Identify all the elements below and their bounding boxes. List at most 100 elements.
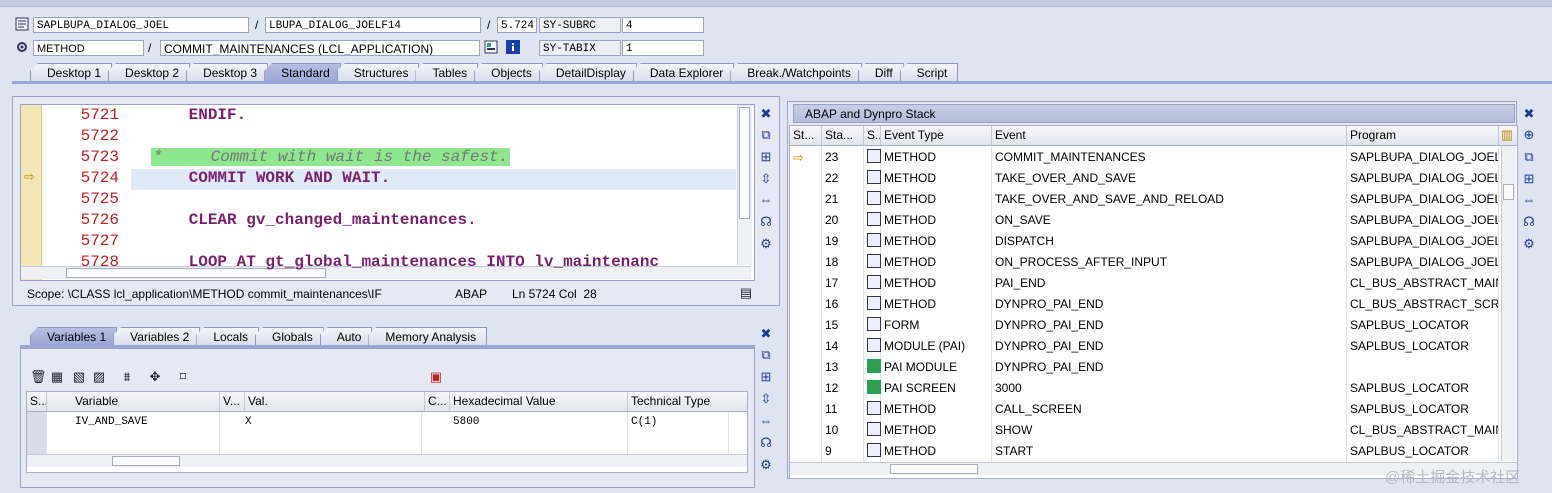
new-tool-icon[interactable]: ⊕ xyxy=(1521,127,1537,143)
stack-row[interactable]: 16 METHOD DYNPRO_PAI_END CL_BUS_ABSTRACT_SC… xyxy=(790,294,1500,316)
stack-program-cell[interactable] xyxy=(1347,357,1499,378)
save-icon[interactable]: ▣ xyxy=(428,369,444,385)
stack-level-cell[interactable]: 17 xyxy=(822,273,864,294)
include-field[interactable]: LBUPA_DIALOG_JOELF14 xyxy=(265,17,481,33)
variables-column-header[interactable]: Val. xyxy=(245,392,425,411)
variables-column-header[interactable]: C... xyxy=(425,392,450,411)
import-icon[interactable]: ▦ xyxy=(49,369,65,385)
variable-name-cell[interactable] xyxy=(72,433,220,454)
tab-desktop-1[interactable]: Desktop 1 xyxy=(30,63,113,82)
stack-event-cell[interactable]: SHOW xyxy=(992,420,1347,441)
stack-program-cell[interactable]: SAPLBUPA_DIALOG_JOEL xyxy=(1347,189,1499,210)
stack-level-cell[interactable]: 18 xyxy=(822,252,864,273)
stack-row[interactable]: 10 METHOD SHOW CL_BUS_ABSTRACT_MAIN_ xyxy=(790,420,1500,442)
stack-level-cell[interactable]: 15 xyxy=(822,315,864,336)
stack-program-cell[interactable]: SAPLBUPA_DIALOG_JOEL xyxy=(1347,252,1499,273)
stack-event-type-cell[interactable]: METHOD xyxy=(864,294,992,315)
stack-row[interactable]: 13 PAI MODULE DYNPRO_PAI_END xyxy=(790,357,1500,379)
stack-program-cell[interactable]: CL_BUS_ABSTRACT_MAIN_ xyxy=(1347,273,1499,294)
code-line[interactable]: LOOP AT gt_global_maintenances INTO lv_m… xyxy=(131,253,659,271)
stack-event-cell[interactable]: DISPATCH xyxy=(992,231,1347,252)
expand-vertical-icon[interactable]: ⇳ xyxy=(758,171,774,187)
tab-break-watchpoints[interactable]: Break./Watchpoints xyxy=(730,63,862,82)
expand-horizontal-icon[interactable]: ⇔ xyxy=(1521,192,1537,208)
stack-program-cell[interactable]: SAPLBUS_LOCATOR xyxy=(1347,441,1499,462)
stack-row[interactable]: 12 PAI SCREEN 3000 SAPLBUS_LOCATOR xyxy=(790,378,1500,400)
stack-event-type-cell[interactable]: METHOD xyxy=(864,252,992,273)
row-selector[interactable] xyxy=(27,412,47,433)
row-selector[interactable] xyxy=(27,433,47,454)
stack-event-type-cell[interactable]: METHOD xyxy=(864,210,992,231)
maximize-icon[interactable]: ⊞ xyxy=(758,149,774,165)
close-icon[interactable]: ✖ xyxy=(758,326,774,342)
tab-desktop-2[interactable]: Desktop 2 xyxy=(108,63,191,82)
notes-icon[interactable]: ▤ xyxy=(738,285,754,301)
stack-row[interactable]: 19 METHOD DISPATCH SAPLBUPA_DIALOG_JOEL xyxy=(790,231,1500,253)
stack-event-type-cell[interactable]: METHOD xyxy=(864,441,992,462)
maximize-icon[interactable]: ⊞ xyxy=(1521,171,1537,187)
stack-row[interactable]: 22 METHOD TAKE_OVER_AND_SAVE SAPLBUPA_DIALO… xyxy=(790,168,1500,190)
stack-event-cell[interactable]: DYNPRO_PAI_END xyxy=(992,315,1347,336)
table-row[interactable]: IV_AND_SAVE X 5800 C(1) xyxy=(27,412,729,434)
stack-level-cell[interactable]: 12 xyxy=(822,378,864,399)
stack-event-cell[interactable]: COMMIT_MAINTENANCES xyxy=(992,147,1347,168)
variable-name-cell[interactable]: IV_AND_SAVE xyxy=(72,412,220,433)
stack-column-header[interactable]: Event Type xyxy=(881,126,992,145)
stack-event-type-cell[interactable]: MODULE (PAI) xyxy=(864,336,992,357)
stack-level-cell[interactable]: 10 xyxy=(822,420,864,441)
stack-program-cell[interactable]: SAPLBUPA_DIALOG_JOEL xyxy=(1347,231,1499,252)
expand-vertical-icon[interactable]: ⇳ xyxy=(758,391,774,407)
display-object-icon[interactable] xyxy=(484,40,498,54)
stack-level-cell[interactable]: 9 xyxy=(822,441,864,462)
stack-column-header[interactable]: Program xyxy=(1347,126,1499,145)
stack-event-cell[interactable]: DYNPRO_PAI_END xyxy=(992,357,1347,378)
stack-event-type-cell[interactable]: PAI MODULE xyxy=(864,357,992,378)
variables-column-header[interactable]: S... xyxy=(27,392,47,411)
stack-row[interactable]: 18 METHOD ON_PROCESS_AFTER_INPUT SAPLBUPA_D… xyxy=(790,252,1500,274)
variable-val-cell[interactable] xyxy=(242,433,422,454)
move-icon[interactable]: ✥ xyxy=(147,369,163,385)
variables-column-header[interactable]: Variable xyxy=(72,392,220,411)
stack-row[interactable]: 17 METHOD PAI_END CL_BUS_ABSTRACT_MAIN_ xyxy=(790,273,1500,295)
variable-hex-cell[interactable]: 5800 xyxy=(450,412,628,433)
tool-settings-icon[interactable]: ⚙ xyxy=(758,236,774,252)
hierarchy-icon[interactable]: ⩩ xyxy=(119,369,135,385)
stack-column-header[interactable]: S... xyxy=(864,126,881,145)
stack-program-cell[interactable]: SAPLBUPA_DIALOG_JOEL xyxy=(1347,210,1499,231)
info-icon[interactable] xyxy=(506,40,520,54)
close-icon[interactable]: ✖ xyxy=(758,106,774,122)
variables-horizontal-scrollbar[interactable] xyxy=(27,454,747,467)
variables-column-header[interactable]: Technical Type xyxy=(628,392,747,411)
stack-event-type-cell[interactable]: METHOD xyxy=(864,168,992,189)
stack-level-cell[interactable]: 13 xyxy=(822,357,864,378)
stack-event-cell[interactable]: TAKE_OVER_AND_SAVE_AND_RELOAD xyxy=(992,189,1347,210)
stack-program-cell[interactable]: SAPLBUPA_DIALOG_JOEL xyxy=(1347,168,1499,189)
stack-row[interactable]: ⇨ 23 METHOD COMMIT_MAINTENANCES SAPLBUPA_DIA… xyxy=(790,147,1500,169)
expand-horizontal-icon[interactable]: ⇔ xyxy=(758,413,774,429)
stack-event-cell[interactable]: START xyxy=(992,441,1347,462)
stack-column-header[interactable]: Sta... xyxy=(822,126,864,145)
code-line[interactable]: * Commit with wait is the safest. xyxy=(151,148,511,166)
stack-level-cell[interactable]: 14 xyxy=(822,336,864,357)
tab-variables-2[interactable]: Variables 2 xyxy=(113,327,201,346)
replace-tool-icon[interactable]: ⧉ xyxy=(1521,149,1537,165)
stack-event-cell[interactable]: DYNPRO_PAI_END xyxy=(992,336,1347,357)
stack-level-cell[interactable]: 16 xyxy=(822,294,864,315)
replace-tool-icon[interactable]: ⧉ xyxy=(758,127,774,143)
stack-program-cell[interactable]: CL_BUS_ABSTRACT_SCREE xyxy=(1347,294,1499,315)
headset-icon[interactable]: ☊ xyxy=(758,214,774,230)
stack-row[interactable]: 15 FORM DYNPRO_PAI_END SAPLBUS_LOCATOR xyxy=(790,315,1500,337)
headset-icon[interactable]: ☊ xyxy=(1521,214,1537,230)
stack-column-header[interactable]: St... xyxy=(790,126,822,145)
stack-level-cell[interactable]: 19 xyxy=(822,231,864,252)
headset-icon[interactable]: ☊ xyxy=(758,435,774,451)
stack-event-cell[interactable]: CALL_SCREEN xyxy=(992,399,1347,420)
tab-desktop-3[interactable]: Desktop 3 xyxy=(186,63,269,82)
tool-settings-icon[interactable]: ⚙ xyxy=(1521,236,1537,252)
tab-structures[interactable]: Structures xyxy=(336,63,420,82)
tab-data-explorer[interactable]: Data Explorer xyxy=(632,63,735,82)
stack-event-cell[interactable]: TAKE_OVER_AND_SAVE xyxy=(992,168,1347,189)
stack-program-cell[interactable]: SAPLBUS_LOCATOR xyxy=(1347,399,1499,420)
table-row[interactable] xyxy=(27,433,729,455)
stack-row[interactable]: 11 METHOD CALL_SCREEN SAPLBUS_LOCATOR xyxy=(790,399,1500,421)
